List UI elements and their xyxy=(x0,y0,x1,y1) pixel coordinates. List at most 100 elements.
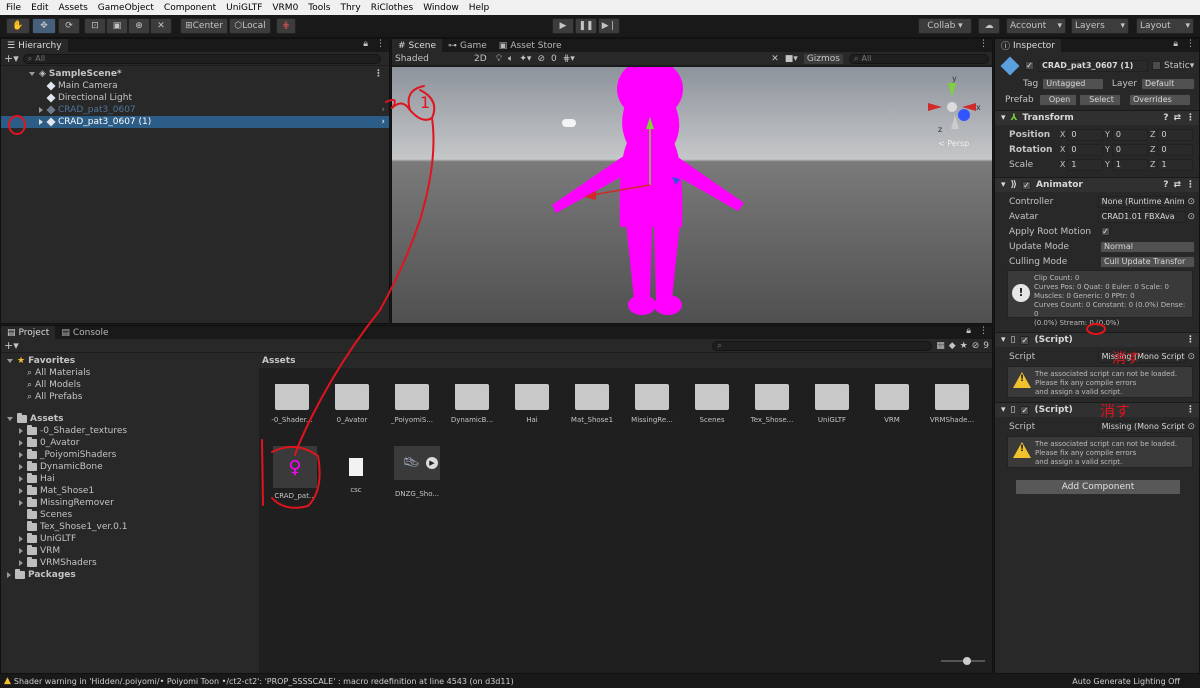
persp-label[interactable]: < Persp xyxy=(938,139,969,148)
menu-component[interactable]: Component xyxy=(158,3,220,13)
grid-folder-item[interactable]: 0_Avator xyxy=(327,384,377,424)
prefab-select-button[interactable]: Select xyxy=(1079,93,1121,106)
camera-icon[interactable]: ■▾ xyxy=(785,54,798,64)
hierarchy-item-crad-pat3-1[interactable]: CRAD_pat3_0607 (1) › xyxy=(1,116,389,128)
play-button[interactable]: ▶ xyxy=(552,18,574,34)
hierarchy-item-main-camera[interactable]: Main Camera xyxy=(1,80,389,92)
menu-riclothes[interactable]: RiClothes xyxy=(365,3,418,13)
menu-dots-icon[interactable]: ⋮ xyxy=(1186,405,1199,415)
menu-tools[interactable]: Tools xyxy=(302,3,334,13)
menu-window[interactable]: Window xyxy=(417,3,463,13)
tree-folder[interactable]: MissingRemover xyxy=(1,497,258,509)
tree-folder[interactable]: VRM xyxy=(1,545,258,557)
active-checkbox[interactable]: ✓ xyxy=(1025,61,1034,70)
project-breadcrumb[interactable]: Assets xyxy=(259,354,992,368)
expand-arrow-icon[interactable] xyxy=(19,560,23,566)
layout-dropdown[interactable]: Layout ▾ xyxy=(1136,18,1194,34)
transform-header[interactable]: ▾ ⅄ Transform ? ⇄ ⋮ xyxy=(995,110,1199,125)
audio-icon[interactable]: 🔈︎ xyxy=(508,54,513,64)
tab-console[interactable]: ▤ Console xyxy=(55,326,114,339)
gizmos-dropdown[interactable]: Gizmos xyxy=(803,53,843,64)
script-field[interactable]: Missing (Mono Script xyxy=(1097,350,1187,363)
script-enabled-checkbox[interactable]: ✓ xyxy=(1020,405,1030,415)
grid-folder-item[interactable]: Tex_Shose... xyxy=(747,384,797,424)
tree-folder[interactable]: DynamicBone xyxy=(1,461,258,473)
menu-dots-icon[interactable]: ⋮ xyxy=(1186,113,1199,123)
script-field[interactable]: Missing (Mono Script xyxy=(1097,420,1187,433)
menu-vrm0[interactable]: VRM0 xyxy=(266,3,302,13)
menu-thry[interactable]: Thry xyxy=(334,3,364,13)
object-picker-icon[interactable]: ⊙ xyxy=(1187,197,1195,207)
expand-arrow-icon[interactable] xyxy=(19,428,23,434)
tab-scene[interactable]: # Scene xyxy=(392,39,442,52)
project-search-input[interactable]: ⌕ xyxy=(712,340,933,351)
expand-arrow-icon[interactable] xyxy=(19,440,23,446)
rect-tool-button[interactable]: ▣ xyxy=(106,18,128,34)
pause-button[interactable]: ❚❚ xyxy=(575,18,597,34)
tab-hierarchy[interactable]: ☰ Hierarchy xyxy=(1,39,68,52)
rotation-y-field[interactable]: 0 xyxy=(1111,143,1148,156)
tree-folder[interactable]: Mat_Shose1 xyxy=(1,485,258,497)
position-x-field[interactable]: 0 xyxy=(1067,128,1104,141)
static-checkbox[interactable] xyxy=(1152,61,1161,70)
tag-dropdown[interactable]: Untagged xyxy=(1042,77,1104,90)
lighting-icon[interactable]: 💡︎ xyxy=(496,54,502,64)
effects-icon[interactable]: ✦▾ xyxy=(519,54,531,64)
expand-arrow-icon[interactable]: ▾ xyxy=(1001,113,1006,123)
apply-root-motion-checkbox[interactable]: ✓ xyxy=(1101,227,1110,236)
hidden-objects-icon[interactable]: ⊘ xyxy=(537,54,545,64)
animator-enabled-checkbox[interactable]: ✓ xyxy=(1022,180,1032,190)
tree-packages[interactable]: Packages xyxy=(1,569,258,581)
move-tool-button[interactable]: ✥ xyxy=(32,18,56,34)
slider-handle[interactable] xyxy=(963,657,971,665)
expand-arrow-icon[interactable]: ▾ xyxy=(1001,180,1006,190)
cloud-button[interactable]: ☁ xyxy=(978,18,1000,34)
help-icon[interactable]: ? xyxy=(1163,180,1168,190)
tree-favorites[interactable]: ★ Favorites xyxy=(1,355,258,367)
tree-folder[interactable]: Scenes xyxy=(1,509,258,521)
add-icon[interactable]: +▾ xyxy=(4,52,19,65)
shading-mode-dropdown[interactable]: Shaded xyxy=(395,54,465,64)
hierarchy-item-directional-light[interactable]: Directional Light xyxy=(1,92,389,104)
account-dropdown[interactable]: Account ▾ xyxy=(1006,18,1066,34)
expand-arrow-icon[interactable] xyxy=(19,476,23,482)
scale-x-field[interactable]: 1 xyxy=(1067,158,1104,171)
tree-folder[interactable]: _PoiyomiShaders xyxy=(1,449,258,461)
tree-favorite-item[interactable]: ⌕ All Materials xyxy=(1,367,258,379)
grid-file-item[interactable]: csc xyxy=(331,446,381,494)
tree-folder[interactable]: -0_Shader_textures xyxy=(1,425,258,437)
rotation-z-field[interactable]: 0 xyxy=(1157,143,1194,156)
missing-script-header-2[interactable]: ▾ ▯ ✓ (Script) ⋮ xyxy=(995,402,1199,417)
expand-arrow-icon[interactable] xyxy=(19,500,23,506)
chevron-right-icon[interactable]: › xyxy=(381,105,389,115)
tools-icon[interactable]: ✕ xyxy=(771,54,779,64)
object-picker-icon[interactable]: ⊙ xyxy=(1187,212,1195,222)
tree-favorite-item[interactable]: ⌕ All Models xyxy=(1,379,258,391)
menu-dots-icon[interactable]: ⋮ xyxy=(975,326,992,339)
status-bar[interactable]: ▲ Shader warning in 'Hidden/.poiyomi/• P… xyxy=(0,674,1200,688)
play-preview-icon[interactable]: ▶ xyxy=(426,457,438,469)
filter-type-icon[interactable]: ▦ xyxy=(936,341,945,351)
object-picker-icon[interactable]: ⊙ xyxy=(1187,422,1195,432)
grid-folder-item[interactable]: Mat_Shose1 xyxy=(567,384,617,424)
grid-folder-item[interactable]: VRMShade... xyxy=(927,384,977,424)
object-picker-icon[interactable]: ⊙ xyxy=(1187,352,1195,362)
step-button[interactable]: ▶❘ xyxy=(598,18,620,34)
script-enabled-checkbox[interactable]: ✓ xyxy=(1020,335,1030,345)
expand-arrow-icon[interactable] xyxy=(7,359,13,363)
grid-snap-button[interactable]: ⋕ xyxy=(276,18,296,34)
chevron-down-icon[interactable]: ▾ xyxy=(1190,61,1195,71)
hidden-packages-icon[interactable]: ⊘ xyxy=(972,341,980,351)
scene-search-input[interactable]: ⌕ All xyxy=(849,53,989,64)
scale-y-field[interactable]: 1 xyxy=(1111,158,1148,171)
scene-row[interactable]: ◈ SampleScene* ⋮ xyxy=(1,68,389,80)
layers-dropdown[interactable]: Layers ▾ xyxy=(1071,18,1129,34)
animator-header[interactable]: ▾ ⟫ ✓ Animator ? ⇄ ⋮ xyxy=(995,177,1199,192)
add-icon[interactable]: +▾ xyxy=(4,339,19,352)
grid-icon[interactable]: ⋕▾ xyxy=(563,54,575,64)
menu-edit[interactable]: Edit xyxy=(25,3,52,13)
object-name-field[interactable]: CRAD_pat3_0607 (1) xyxy=(1038,59,1148,72)
layer-dropdown[interactable]: Default xyxy=(1141,77,1195,90)
tree-folder[interactable]: Tex_Shose1_ver.0.1 xyxy=(1,521,258,533)
grid-folder-item[interactable]: UniGLTF xyxy=(807,384,857,424)
